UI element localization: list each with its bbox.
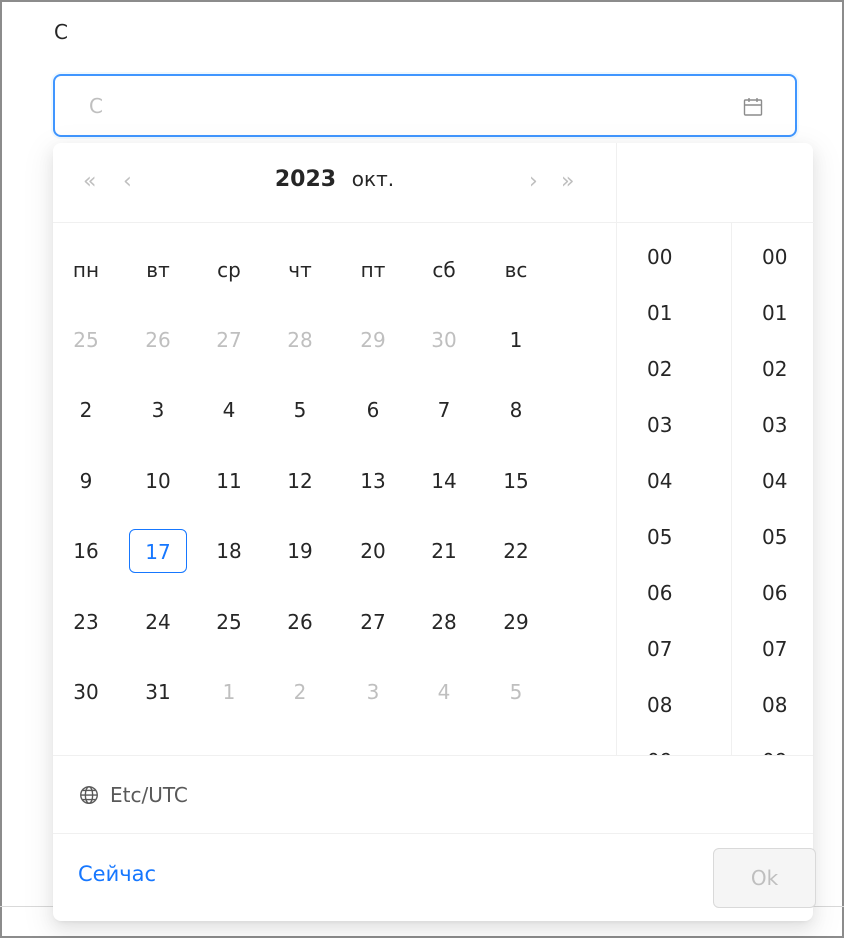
hour-cell[interactable]: 03	[647, 397, 672, 453]
next-button[interactable]: ›	[529, 169, 538, 195]
field-label: С	[54, 20, 68, 44]
day-cell[interactable]: 1	[486, 318, 546, 362]
day-cell[interactable]: 4	[414, 670, 474, 714]
day-cell[interactable]: 19	[270, 529, 330, 573]
day-cell[interactable]: 28	[270, 318, 330, 362]
minute-cell[interactable]: 06	[762, 565, 787, 621]
day-cell[interactable]: 9	[56, 459, 116, 503]
month-selector[interactable]: окт.	[352, 167, 394, 191]
day-cell[interactable]: 2	[56, 388, 116, 432]
panel-header: « ‹ 2023 окт. › »	[53, 143, 616, 223]
day-cell[interactable]: 20	[343, 529, 403, 573]
day-cell[interactable]: 23	[56, 600, 116, 644]
hour-cell[interactable]: 08	[647, 677, 672, 733]
day-cell[interactable]: 15	[486, 459, 546, 503]
now-button[interactable]: Сейчас	[78, 862, 156, 886]
footer: Сейчас Ok	[53, 833, 816, 921]
hour-cell[interactable]: 00	[647, 229, 672, 285]
hour-cell[interactable]: 07	[647, 621, 672, 677]
date-input[interactable]	[89, 93, 689, 118]
year-selector[interactable]: 2023	[275, 167, 336, 192]
minute-cell[interactable]: 02	[762, 341, 787, 397]
day-cell[interactable]: 22	[486, 529, 546, 573]
weekday-header: пн	[72, 258, 100, 282]
day-cell[interactable]: 13	[343, 459, 403, 503]
day-cell[interactable]: 29	[343, 318, 403, 362]
day-cell[interactable]: 24	[128, 600, 188, 644]
date-picker-dropdown: « ‹ 2023 окт. › » пн вт ср чт пт сб вс 25 26 27 2…	[53, 143, 816, 921]
day-cell[interactable]: 1	[199, 670, 259, 714]
day-cell[interactable]: 27	[199, 318, 259, 362]
day-cell[interactable]: 2	[270, 670, 330, 714]
hour-cell[interactable]: 01	[647, 285, 672, 341]
hour-cell[interactable]: 05	[647, 509, 672, 565]
day-cell[interactable]: 8	[486, 388, 546, 432]
minute-cell[interactable]: 08	[762, 677, 787, 733]
minute-cell[interactable]: 03	[762, 397, 787, 453]
super-next-button[interactable]: »	[561, 169, 574, 195]
day-cell[interactable]: 30	[414, 318, 474, 362]
weekday-header: чт	[288, 258, 312, 282]
weekday-header: ср	[217, 258, 241, 282]
day-cell[interactable]: 7	[414, 388, 474, 432]
minute-cell[interactable]: 01	[762, 285, 787, 341]
hour-cell[interactable]: 06	[647, 565, 672, 621]
day-cell[interactable]: 26	[270, 600, 330, 644]
day-cell[interactable]: 4	[199, 388, 259, 432]
day-cell[interactable]: 26	[128, 318, 188, 362]
weekday-header: сб	[432, 258, 456, 282]
calendar-icon[interactable]	[741, 95, 765, 119]
day-cell[interactable]: 14	[414, 459, 474, 503]
day-cell[interactable]: 27	[343, 600, 403, 644]
day-cell[interactable]: 3	[128, 388, 188, 432]
day-cell[interactable]: 11	[199, 459, 259, 503]
globe-icon	[80, 785, 98, 804]
time-panel: 00010203040506070809 0001020304050607080…	[616, 143, 814, 755]
weekday-header: вт	[146, 258, 170, 282]
day-cell[interactable]: 25	[199, 600, 259, 644]
ok-button[interactable]: Ok	[713, 848, 816, 908]
day-cell[interactable]: 10	[128, 459, 188, 503]
minute-cell[interactable]: 04	[762, 453, 787, 509]
day-cell[interactable]: 29	[486, 600, 546, 644]
day-cell[interactable]: 18	[199, 529, 259, 573]
minute-cell[interactable]: 09	[762, 733, 787, 755]
day-cell[interactable]: 6	[343, 388, 403, 432]
day-cell[interactable]: 12	[270, 459, 330, 503]
timezone-label: Etc/UTC	[110, 782, 188, 807]
day-cell[interactable]: 31	[128, 670, 188, 714]
minute-cell[interactable]: 07	[762, 621, 787, 677]
hour-cell[interactable]: 02	[647, 341, 672, 397]
hour-cell[interactable]: 04	[647, 453, 672, 509]
day-cell[interactable]: 16	[56, 529, 116, 573]
day-cell[interactable]: 30	[56, 670, 116, 714]
date-input-container[interactable]	[53, 74, 797, 137]
minute-cell[interactable]: 05	[762, 509, 787, 565]
day-cell[interactable]: 3	[343, 670, 403, 714]
timezone-row: Etc/UTC	[53, 755, 813, 833]
time-header	[617, 143, 814, 223]
hour-column[interactable]: 00010203040506070809	[617, 223, 715, 755]
day-cell[interactable]: 25	[56, 318, 116, 362]
date-panel: « ‹ 2023 окт. › » пн вт ср чт пт сб вс 25 26 27 2…	[53, 143, 616, 755]
day-cell[interactable]: 5	[486, 670, 546, 714]
minute-column[interactable]: 00010203040506070809	[731, 223, 829, 755]
day-cell[interactable]: 5	[270, 388, 330, 432]
day-cell[interactable]: 21	[414, 529, 474, 573]
day-cell-today[interactable]: 17	[129, 529, 187, 573]
weekday-header: пт	[360, 258, 386, 282]
hour-cell[interactable]: 09	[647, 733, 672, 755]
weekday-header: вс	[504, 258, 528, 282]
minute-cell[interactable]: 00	[762, 229, 787, 285]
day-cell[interactable]: 28	[414, 600, 474, 644]
